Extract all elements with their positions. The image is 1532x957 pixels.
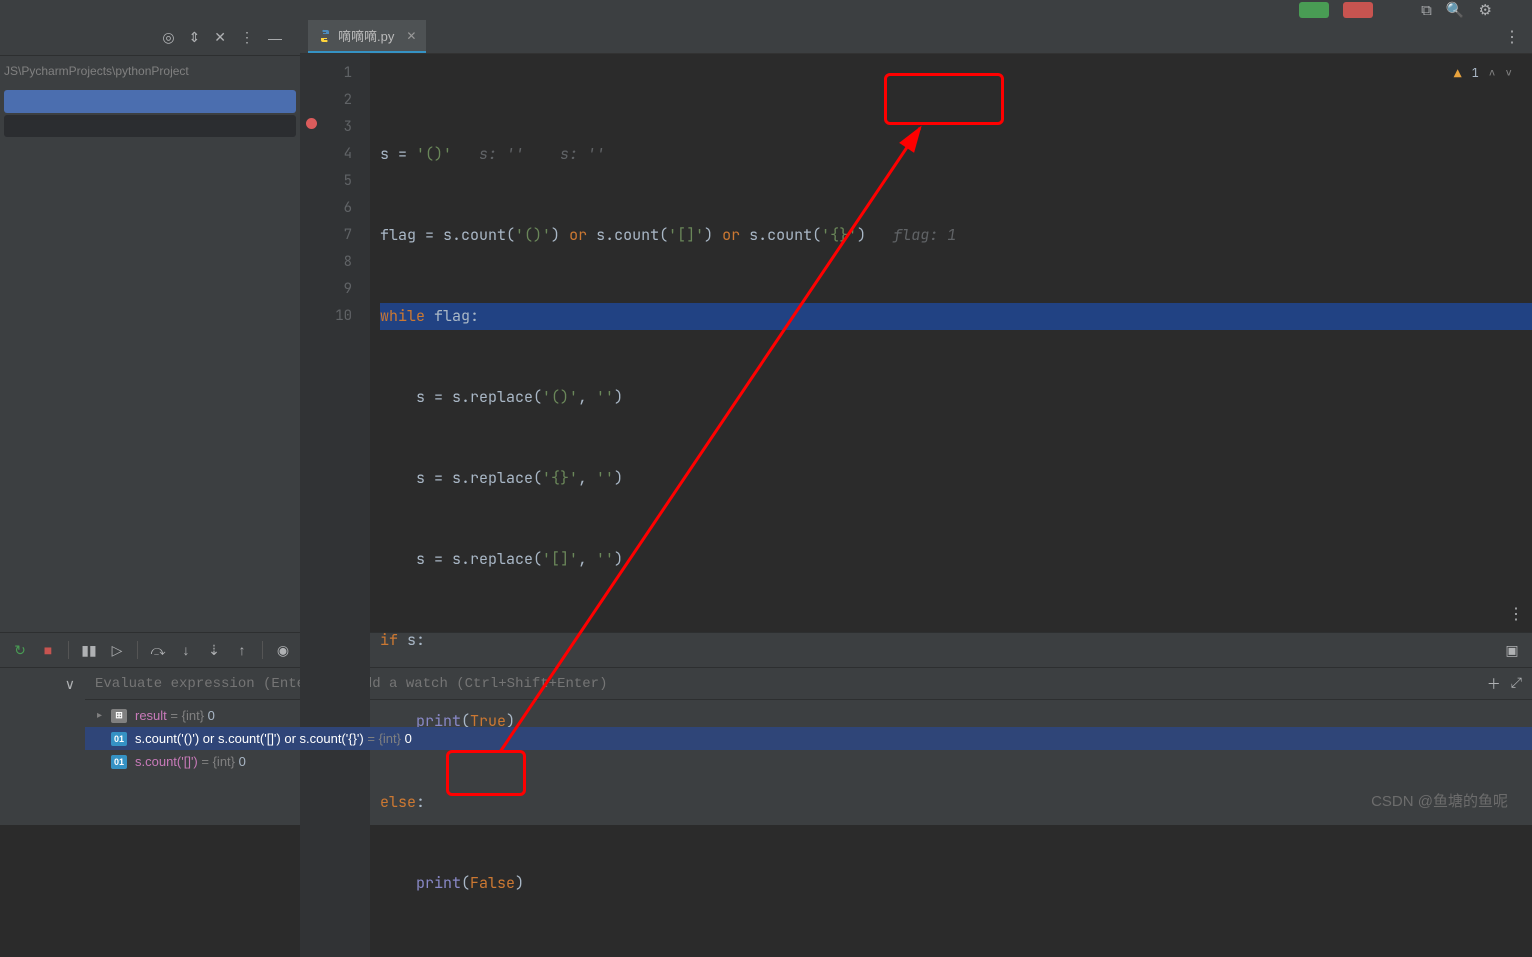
int-icon: 01 [111,755,127,769]
watches-list: ▸ ⊞ result = {int} 0 01 s.count('()') or… [85,700,1532,777]
inspections-widget[interactable]: ▲ 1 ∧ ∨ [1454,60,1512,87]
tree-expand-icon[interactable]: ▸ [97,710,102,721]
project-panel: ◎ ⇕ ✕ ⋮ — JS\PycharmProjects\pythonProje… [0,20,300,632]
close-panel-icon[interactable]: ✕ [214,29,226,46]
tab-label: 嘀嘀嘀.py [338,26,394,45]
tab-bar: 嘀嘀嘀.py ✕ ⋮ [300,20,1532,54]
file-item-selected[interactable] [4,90,296,113]
chevron-down-icon[interactable]: ∨ [1505,60,1512,87]
collapse-icon[interactable]: ∨ [65,676,75,817]
project-panel-header: ◎ ⇕ ✕ ⋮ — [0,20,300,56]
close-icon[interactable]: ✕ [406,29,416,43]
table-icon: ⊞ [111,709,127,723]
search-icon[interactable]: 🔍 [1446,1,1465,19]
editor: 嘀嘀嘀.py ✕ ⋮ 1 2 3 4 5 6 7 8 9 10 ▲1 [300,20,1532,632]
list-item[interactable] [4,115,296,137]
step-into-icon[interactable]: ↓ [176,640,196,660]
watch-row-selected[interactable]: 01 s.count('()') or s.count('[]') or s.c… [85,727,1532,750]
run-pill-icon[interactable] [1299,2,1329,18]
code-area[interactable]: ▲1 ∧ ∨ s = '()' s: '' s: '' flag = s.cou… [370,54,1532,957]
stop-pill-icon[interactable] [1343,2,1373,18]
step-out-icon[interactable]: ↑ [232,640,252,660]
minimize-icon[interactable]: — [268,30,282,46]
target-icon[interactable]: ◎ [162,29,174,46]
watch-row[interactable]: ▸ ⊞ result = {int} 0 [85,704,1532,727]
step-into-my-icon[interactable]: ⇣ [204,640,224,660]
tab-file[interactable]: 嘀嘀嘀.py ✕ [308,20,426,53]
editor-more-icon[interactable]: ⋮ [1508,604,1524,624]
rerun-icon[interactable]: ↻ [10,640,30,660]
expand-icon[interactable]: ⇕ [189,29,201,46]
python-icon [318,29,332,43]
warning-count: 1 [1472,60,1479,87]
pause-icon[interactable]: ▮▮ [79,640,99,660]
add-icon[interactable]: ⧉ [1421,2,1432,19]
view-breakpoints-icon[interactable]: ◉ [273,640,293,660]
warning-icon: ▲ [1454,60,1462,87]
more-icon[interactable]: ⋮ [240,29,254,46]
settings-icon[interactable]: ⚙ [1479,1,1492,19]
watch-row[interactable]: 01 s.count('[]') = {int} 0 [85,750,1532,773]
step-over-icon[interactable]: ⤼ [148,640,168,660]
breakpoint-icon[interactable] [306,118,317,129]
int-icon: 01 [111,732,127,746]
gutter[interactable]: 1 2 3 4 5 6 7 8 9 10 [300,54,370,957]
title-bar-actions: ⧉ 🔍 ⚙ [0,0,1532,20]
chevron-up-icon[interactable]: ∧ [1489,60,1496,87]
watermark: CSDN @鱼塘的鱼呢 [1371,790,1508,811]
stop-icon[interactable]: ■ [38,640,58,660]
tab-more-icon[interactable]: ⋮ [1504,27,1520,47]
resume-icon[interactable]: ▷ [107,640,127,660]
breadcrumb: JS\PycharmProjects\pythonProject [0,56,300,86]
